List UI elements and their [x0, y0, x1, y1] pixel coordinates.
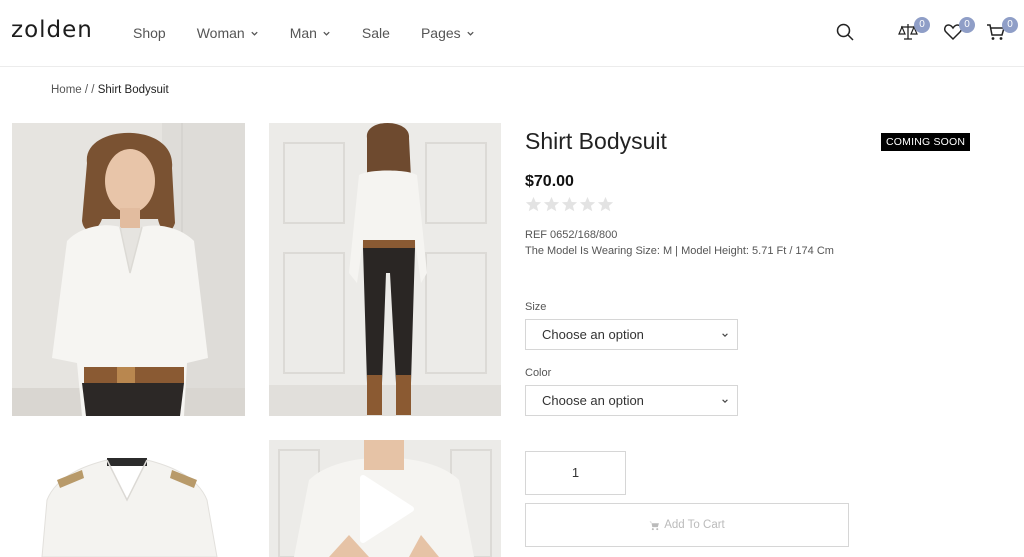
- play-icon[interactable]: [355, 474, 415, 544]
- cart-count-badge: 0: [1002, 17, 1018, 33]
- color-label: Color: [525, 367, 552, 379]
- size-select-value: Choose an option: [542, 327, 644, 342]
- model-back-photo[interactable]: [269, 123, 501, 416]
- chevron-down-icon: [722, 333, 728, 337]
- model-info: The Model Is Wearing Size: M | Model Hei…: [525, 245, 834, 257]
- star-icon: [543, 196, 560, 212]
- star-icon: [561, 196, 578, 212]
- compare-button[interactable]: 0: [898, 17, 930, 44]
- product-ref: REF 0652/168/800: [525, 229, 618, 241]
- site-header: zolden Shop Woman Man Sale Pages 0 0 0: [0, 0, 1024, 67]
- breadcrumb-home-link[interactable]: Home: [51, 84, 82, 96]
- cart-icon: [649, 521, 660, 530]
- header-icons: 0 0 0: [0, 17, 1024, 46]
- rating-stars: [525, 196, 614, 213]
- quantity-input[interactable]: 1: [525, 451, 626, 495]
- star-icon: [579, 196, 596, 212]
- breadcrumb-separator: /: [91, 84, 95, 96]
- star-icon: [597, 196, 614, 212]
- wishlist-button[interactable]: 0: [943, 17, 975, 44]
- add-to-cart-label: Add To Cart: [664, 519, 725, 531]
- size-select[interactable]: Choose an option: [525, 319, 738, 350]
- product-price: $70.00: [525, 173, 574, 190]
- breadcrumb-separator: /: [84, 84, 89, 96]
- cart-button[interactable]: 0: [986, 17, 1018, 44]
- breadcrumb: Home / / Shirt Bodysuit: [51, 84, 169, 96]
- shirt-product-photo[interactable]: [12, 440, 245, 557]
- model-video-thumbnail[interactable]: [269, 440, 501, 557]
- wishlist-count-badge: 0: [959, 17, 975, 33]
- breadcrumb-current: Shirt Bodysuit: [97, 84, 169, 96]
- search-button[interactable]: [835, 22, 857, 44]
- star-icon: [525, 196, 542, 212]
- product-title: Shirt Bodysuit: [525, 128, 667, 154]
- chevron-down-icon: [722, 399, 728, 403]
- size-label: Size: [525, 301, 547, 313]
- color-select-value: Choose an option: [542, 393, 644, 408]
- model-front-photo[interactable]: [12, 123, 245, 416]
- coming-soon-badge: COMING SOON: [881, 133, 971, 151]
- add-to-cart-button[interactable]: Add To Cart: [525, 503, 849, 547]
- compare-count-badge: 0: [914, 17, 930, 33]
- color-select[interactable]: Choose an option: [525, 385, 738, 416]
- search-icon: [836, 23, 854, 41]
